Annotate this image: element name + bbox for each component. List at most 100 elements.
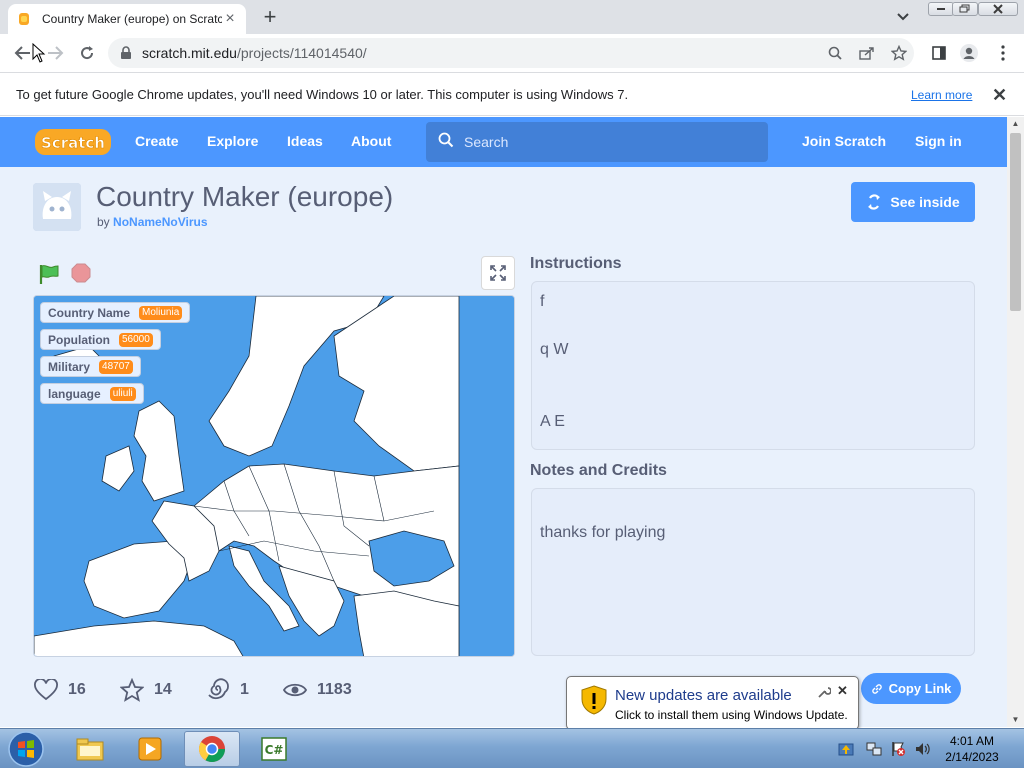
- notes-heading: Notes and Credits: [530, 462, 667, 479]
- learn-more-link[interactable]: Learn more: [911, 88, 972, 102]
- update-infobar: To get future Google Chrome updates, you…: [0, 72, 1024, 116]
- close-window-button[interactable]: [978, 2, 1018, 16]
- sign-in-link[interactable]: Sign in: [915, 133, 962, 149]
- windows-update-tray-icon[interactable]: [838, 741, 854, 757]
- favorite-count: 14: [154, 681, 172, 698]
- svg-text:Scratch: Scratch: [41, 134, 105, 152]
- monitor-label: Country Name: [48, 305, 131, 320]
- love-stat[interactable]: 16: [34, 678, 86, 702]
- csharp-app-taskbar-icon[interactable]: C#: [246, 731, 302, 767]
- balloon-title: New updates are available: [615, 687, 792, 704]
- europe-map: [34, 296, 514, 656]
- network-tray-icon[interactable]: [866, 741, 882, 757]
- copy-link-label: Copy Link: [888, 681, 952, 696]
- stop-icon[interactable]: [71, 263, 91, 283]
- nav-create[interactable]: Create: [135, 133, 179, 149]
- volume-tray-icon[interactable]: [914, 741, 930, 757]
- explorer-taskbar-icon[interactable]: [62, 731, 118, 767]
- tab-close-icon[interactable]: ×: [222, 11, 238, 27]
- page-scrollbar[interactable]: ▲ ▼: [1007, 117, 1024, 727]
- tab-search-chevron-icon[interactable]: [896, 9, 914, 23]
- svg-text:C#: C#: [265, 743, 284, 757]
- scratch-logo[interactable]: Scratch: [34, 127, 112, 157]
- by-label: by: [97, 215, 110, 229]
- clock-date: 2/14/2023: [945, 750, 999, 764]
- remix-arrows-icon: [866, 194, 882, 210]
- monitor-label: language: [48, 386, 101, 401]
- lock-icon: [120, 46, 134, 60]
- scroll-thumb[interactable]: [1010, 133, 1021, 311]
- scratch-favicon-icon: [16, 11, 32, 27]
- fullscreen-icon: [490, 265, 506, 281]
- view-count: 1183: [317, 681, 352, 698]
- favorite-stat[interactable]: 14: [120, 678, 172, 702]
- reload-icon[interactable]: [76, 42, 98, 64]
- back-arrow-icon[interactable]: [12, 42, 34, 64]
- shield-warning-icon: [581, 685, 607, 715]
- windows-update-balloon[interactable]: New updates are available Click to insta…: [566, 676, 859, 739]
- monitor-country-name: Country Name Moliunia: [40, 302, 191, 323]
- monitor-value: Moliunia: [139, 305, 183, 320]
- scroll-up-arrow-icon[interactable]: ▲: [1007, 117, 1024, 131]
- link-icon: [871, 683, 883, 695]
- minimize-button[interactable]: [928, 2, 954, 16]
- copy-link-button[interactable]: Copy Link: [861, 673, 961, 704]
- nav-about[interactable]: About: [351, 133, 391, 149]
- instructions-heading: Instructions: [530, 255, 622, 272]
- mouse-cursor-icon: [32, 42, 46, 68]
- forward-arrow-icon[interactable]: [44, 42, 66, 64]
- monitor-military: Military 48707: [40, 356, 141, 377]
- instructions-line: A E: [540, 413, 565, 430]
- clock-time: 4:01 AM: [949, 734, 995, 748]
- side-panel-icon[interactable]: [928, 42, 950, 64]
- address-bar[interactable]: scratch.mit.edu/projects/114014540/: [108, 38, 914, 68]
- infobar-message: To get future Google Chrome updates, you…: [16, 87, 629, 102]
- green-flag-icon[interactable]: [38, 263, 60, 285]
- notes-text: thanks for playing: [540, 524, 666, 541]
- new-tab-button[interactable]: +: [258, 6, 282, 29]
- bookmark-star-icon[interactable]: [888, 42, 910, 64]
- monitor-value: 56000: [119, 332, 153, 347]
- infobar-close-icon[interactable]: ✕: [992, 85, 1007, 106]
- browser-tab[interactable]: Country Maker (europe) on Scratch ×: [8, 4, 246, 34]
- action-center-flag-icon[interactable]: [890, 741, 906, 757]
- remix-count: 1: [240, 681, 249, 698]
- zoom-search-icon[interactable]: [824, 42, 846, 64]
- heart-icon: [34, 679, 58, 701]
- see-inside-button[interactable]: See inside: [851, 182, 975, 222]
- url-host: scratch.mit.edu: [142, 45, 237, 61]
- remix-stat: 1: [206, 678, 249, 702]
- balloon-close-icon[interactable]: ✕: [837, 683, 848, 699]
- taskbar-clock[interactable]: 4:01 AM 2/14/2023: [932, 733, 1012, 765]
- monitor-value: 48707: [99, 359, 133, 374]
- author-link[interactable]: NoNameNoVirus: [113, 215, 207, 229]
- share-icon[interactable]: [856, 42, 878, 64]
- project-page: Country Maker (europe) by NoNameNoVirus …: [0, 167, 1007, 727]
- menu-kebab-icon[interactable]: [992, 42, 1014, 64]
- restore-button[interactable]: [952, 2, 978, 16]
- fullscreen-button[interactable]: [481, 256, 515, 290]
- project-stage[interactable]: Country Name Moliunia Population 56000 M…: [33, 295, 515, 657]
- monitor-language: language uliuli: [40, 383, 144, 404]
- chrome-taskbar-icon[interactable]: [184, 731, 240, 767]
- nav-ideas[interactable]: Ideas: [287, 133, 323, 149]
- scroll-down-arrow-icon[interactable]: ▼: [1007, 713, 1024, 727]
- love-count: 16: [68, 681, 86, 698]
- profile-avatar-icon[interactable]: [958, 42, 980, 64]
- star-icon: [120, 678, 144, 702]
- instructions-line: q W: [540, 341, 569, 358]
- start-button[interactable]: [6, 730, 46, 768]
- instructions-line: f: [540, 293, 545, 310]
- media-player-taskbar-icon[interactable]: [122, 731, 178, 767]
- search-placeholder: Search: [464, 134, 509, 150]
- url-path: /projects/114014540/: [236, 45, 367, 61]
- monitor-label: Population: [48, 332, 110, 347]
- scratch-search-input[interactable]: Search: [426, 122, 768, 162]
- tab-title: Country Maker (europe) on Scratch: [42, 12, 222, 26]
- wrench-icon[interactable]: [817, 685, 832, 699]
- author-avatar[interactable]: [33, 183, 81, 231]
- nav-explore[interactable]: Explore: [207, 133, 258, 149]
- search-icon: [438, 132, 454, 153]
- page-viewport: Scratch Create Explore Ideas About Searc…: [0, 117, 1007, 727]
- join-scratch-link[interactable]: Join Scratch: [802, 133, 886, 149]
